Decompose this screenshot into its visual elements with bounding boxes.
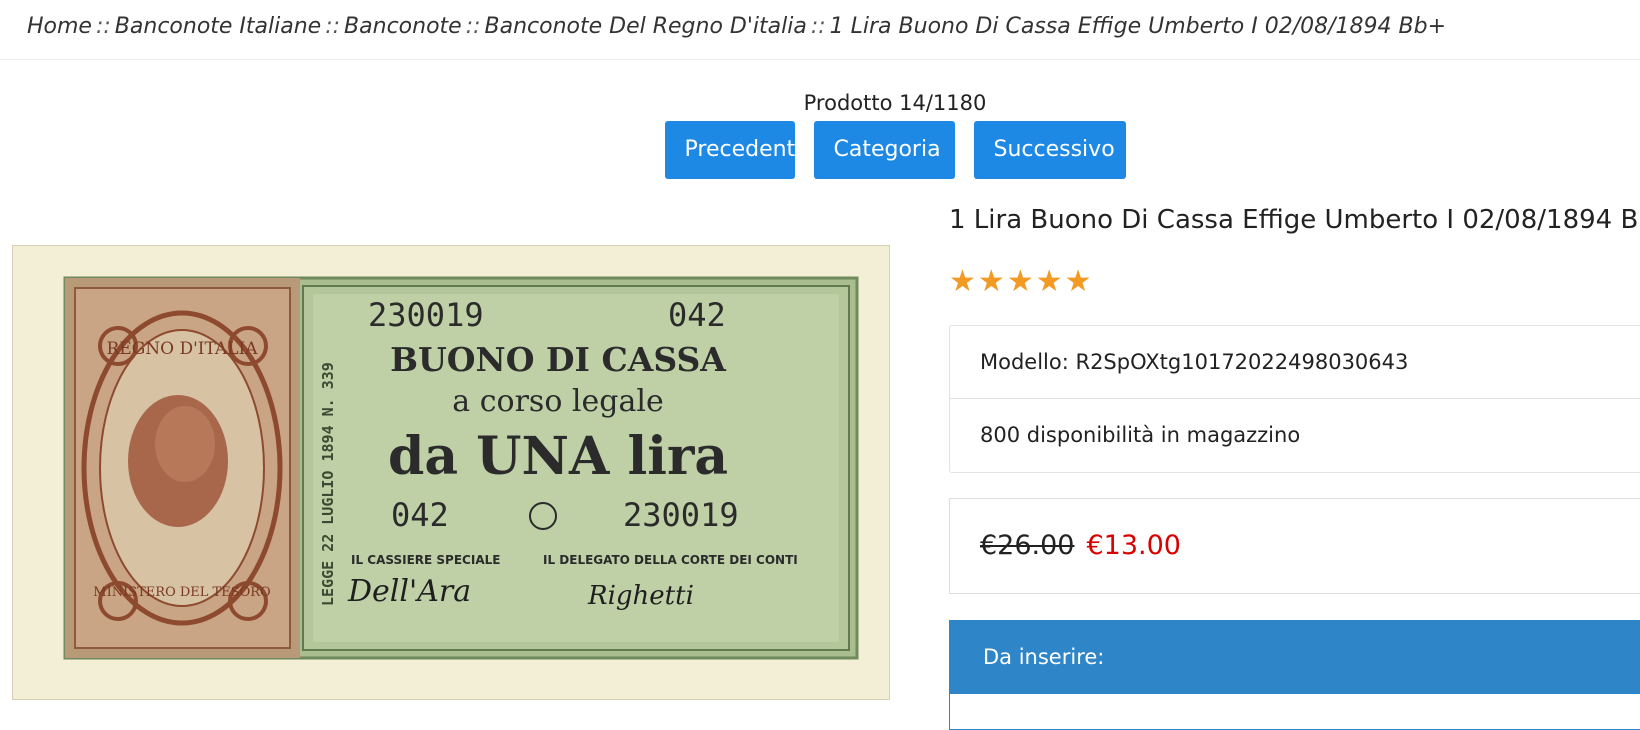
signature-left: Dell'Ara <box>347 574 471 609</box>
product-rating: ★ ★ ★ ★ ★ <box>949 266 1092 298</box>
options-panel: Da inserire: <box>949 620 1640 730</box>
banknote-line1: BUONO DI CASSA <box>390 340 726 379</box>
product-image[interactable]: REGNO D'ITALIA MINISTERO DEL TESORO LEGG… <box>12 245 890 700</box>
previous-button[interactable]: Precedente <box>664 121 809 179</box>
breadcrumb-banconote-regno[interactable]: Banconote Del Regno D'italia <box>485 14 807 39</box>
medallion-bottom-text: MINISTERO DEL TESORO <box>93 585 270 600</box>
breadcrumb-separator: :: <box>810 14 826 39</box>
product-stock: 800 disponibilità in magazzino <box>950 398 1640 471</box>
breadcrumb: Home:: Banconote Italiane:: Banconote:: Ban… <box>0 0 1640 60</box>
breadcrumb-current: 1 Lira Buono Di Cassa Effige Umberto I 0… <box>829 14 1447 39</box>
product-title: 1 Lira Buono Di Cassa Effige Umberto I 0… <box>949 205 1640 235</box>
next-button[interactable]: Successivo <box>973 121 1126 179</box>
price-panel: €26.00 €13.00 <box>949 498 1640 594</box>
product-navigation: Prodotto 14/1180 Precedente Categoria Su… <box>0 88 1640 179</box>
signature-left-title: IL CASSIERE SPECIALE <box>351 553 500 567</box>
breadcrumb-separator: :: <box>325 14 341 39</box>
banknote-line2: a corso legale <box>452 384 663 419</box>
old-price: €26.00 <box>980 530 1075 561</box>
serial-top: 230019 <box>368 296 484 334</box>
breadcrumb-separator: :: <box>95 14 111 39</box>
series-top: 042 <box>668 296 726 334</box>
serial-bottom: 230019 <box>623 496 739 534</box>
banknote-line3: da UNA lira <box>388 426 728 487</box>
product-counter: Prodotto 14/1180 <box>803 91 987 115</box>
vertical-legend: LEGGE 22 LUGLIO 1894 N. 339 <box>319 362 337 606</box>
star-icon: ★ <box>1035 264 1063 299</box>
star-icon: ★ <box>949 264 976 299</box>
banknote-image: REGNO D'ITALIA MINISTERO DEL TESORO LEGG… <box>13 246 889 699</box>
breadcrumb-separator: :: <box>465 14 481 39</box>
product-model: Modello: R2SpOXtg10172022498030643 <box>980 350 1409 374</box>
signature-right: Righetti <box>587 581 694 611</box>
options-header: Da inserire: <box>950 621 1640 694</box>
breadcrumb-banconote-italiane[interactable]: Banconote Italiane <box>115 14 321 39</box>
sale-price: €13.00 <box>1086 530 1181 561</box>
product-info-panel: Modello: R2SpOXtg10172022498030643 800 d… <box>949 325 1640 473</box>
nav-buttons: Precedente Categoria Successivo <box>0 121 1640 179</box>
star-icon: ★ <box>977 264 1005 299</box>
breadcrumb-banconote[interactable]: Banconote <box>344 14 462 39</box>
category-button[interactable]: Categoria <box>813 121 955 179</box>
breadcrumb-home[interactable]: Home <box>27 14 92 39</box>
signature-right-title: IL DELEGATO DELLA CORTE DEI CONTI <box>543 553 798 567</box>
star-icon: ★ <box>1064 264 1092 299</box>
medallion-top-text: REGNO D'ITALIA <box>107 339 259 359</box>
series-bottom: 042 <box>391 496 449 534</box>
star-icon: ★ <box>1006 264 1034 299</box>
